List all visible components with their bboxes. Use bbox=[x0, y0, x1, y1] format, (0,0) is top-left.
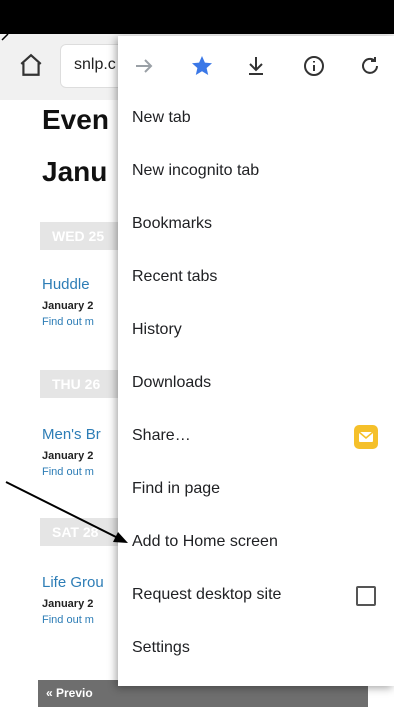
event-title-link[interactable]: Huddle bbox=[42, 276, 90, 293]
find-out-more-link[interactable]: Find out m bbox=[42, 316, 94, 328]
home-icon[interactable] bbox=[18, 52, 44, 78]
menu-item-find-in-page[interactable]: Find in page bbox=[118, 464, 394, 516]
menu-item-new-incognito-tab[interactable]: New incognito tab bbox=[118, 146, 394, 198]
menu-item-add-to-home-screen[interactable]: Add to Home screen bbox=[118, 517, 394, 569]
url-text: snlp.c bbox=[74, 56, 116, 73]
page-subtitle: Janu bbox=[42, 156, 108, 187]
previous-week-button[interactable]: « Previo bbox=[46, 686, 93, 700]
menu-item-label: Share… bbox=[132, 427, 191, 444]
event-title-link[interactable]: Men's Br bbox=[42, 426, 101, 443]
menu-item-label: Find in page bbox=[132, 480, 221, 497]
refresh-icon[interactable] bbox=[358, 54, 382, 78]
bookmark-star-icon[interactable] bbox=[190, 54, 214, 78]
menu-item-settings[interactable]: Settings bbox=[118, 623, 394, 675]
event-title-link[interactable]: Life Grou bbox=[42, 574, 104, 591]
find-out-more-link[interactable]: Find out m bbox=[42, 614, 94, 626]
menu-item-label: Bookmarks bbox=[132, 215, 213, 232]
menu-item-label: History bbox=[132, 321, 182, 338]
find-out-more-link[interactable]: Find out m bbox=[42, 466, 94, 478]
page-title: Even bbox=[42, 104, 109, 135]
download-icon[interactable] bbox=[244, 54, 268, 78]
menu-item-label: Settings bbox=[132, 639, 190, 656]
status-bar bbox=[0, 0, 394, 34]
menu-item-label: New incognito tab bbox=[132, 162, 260, 179]
menu-item-bookmarks[interactable]: Bookmarks bbox=[118, 199, 394, 251]
menu-item-downloads[interactable]: Downloads bbox=[118, 358, 394, 410]
envelope-icon bbox=[358, 431, 374, 442]
menu-item-label: Recent tabs bbox=[132, 268, 218, 285]
event-date: January 2 bbox=[42, 598, 94, 610]
menu-item-label: Add to Home screen bbox=[132, 533, 278, 550]
menu-item-recent-tabs[interactable]: Recent tabs bbox=[118, 252, 394, 304]
forward-icon[interactable] bbox=[132, 54, 156, 78]
desktop-site-checkbox[interactable] bbox=[356, 586, 376, 606]
browser-overflow-menu: New tab New incognito tab Bookmarks Rece… bbox=[118, 36, 394, 686]
menu-item-history[interactable]: History bbox=[118, 305, 394, 357]
menu-icon-row bbox=[118, 36, 394, 96]
menu-item-label: Downloads bbox=[132, 374, 212, 391]
menu-item-new-tab[interactable]: New tab bbox=[118, 93, 394, 145]
menu-item-label: Request desktop site bbox=[132, 586, 282, 603]
event-date: January 2 bbox=[42, 450, 94, 462]
info-icon[interactable] bbox=[302, 54, 326, 78]
menu-item-label: New tab bbox=[132, 109, 191, 126]
share-app-icon bbox=[354, 425, 378, 449]
menu-item-share[interactable]: Share… bbox=[118, 411, 394, 463]
event-date: January 2 bbox=[42, 300, 94, 312]
menu-item-request-desktop-site[interactable]: Request desktop site bbox=[118, 570, 394, 622]
